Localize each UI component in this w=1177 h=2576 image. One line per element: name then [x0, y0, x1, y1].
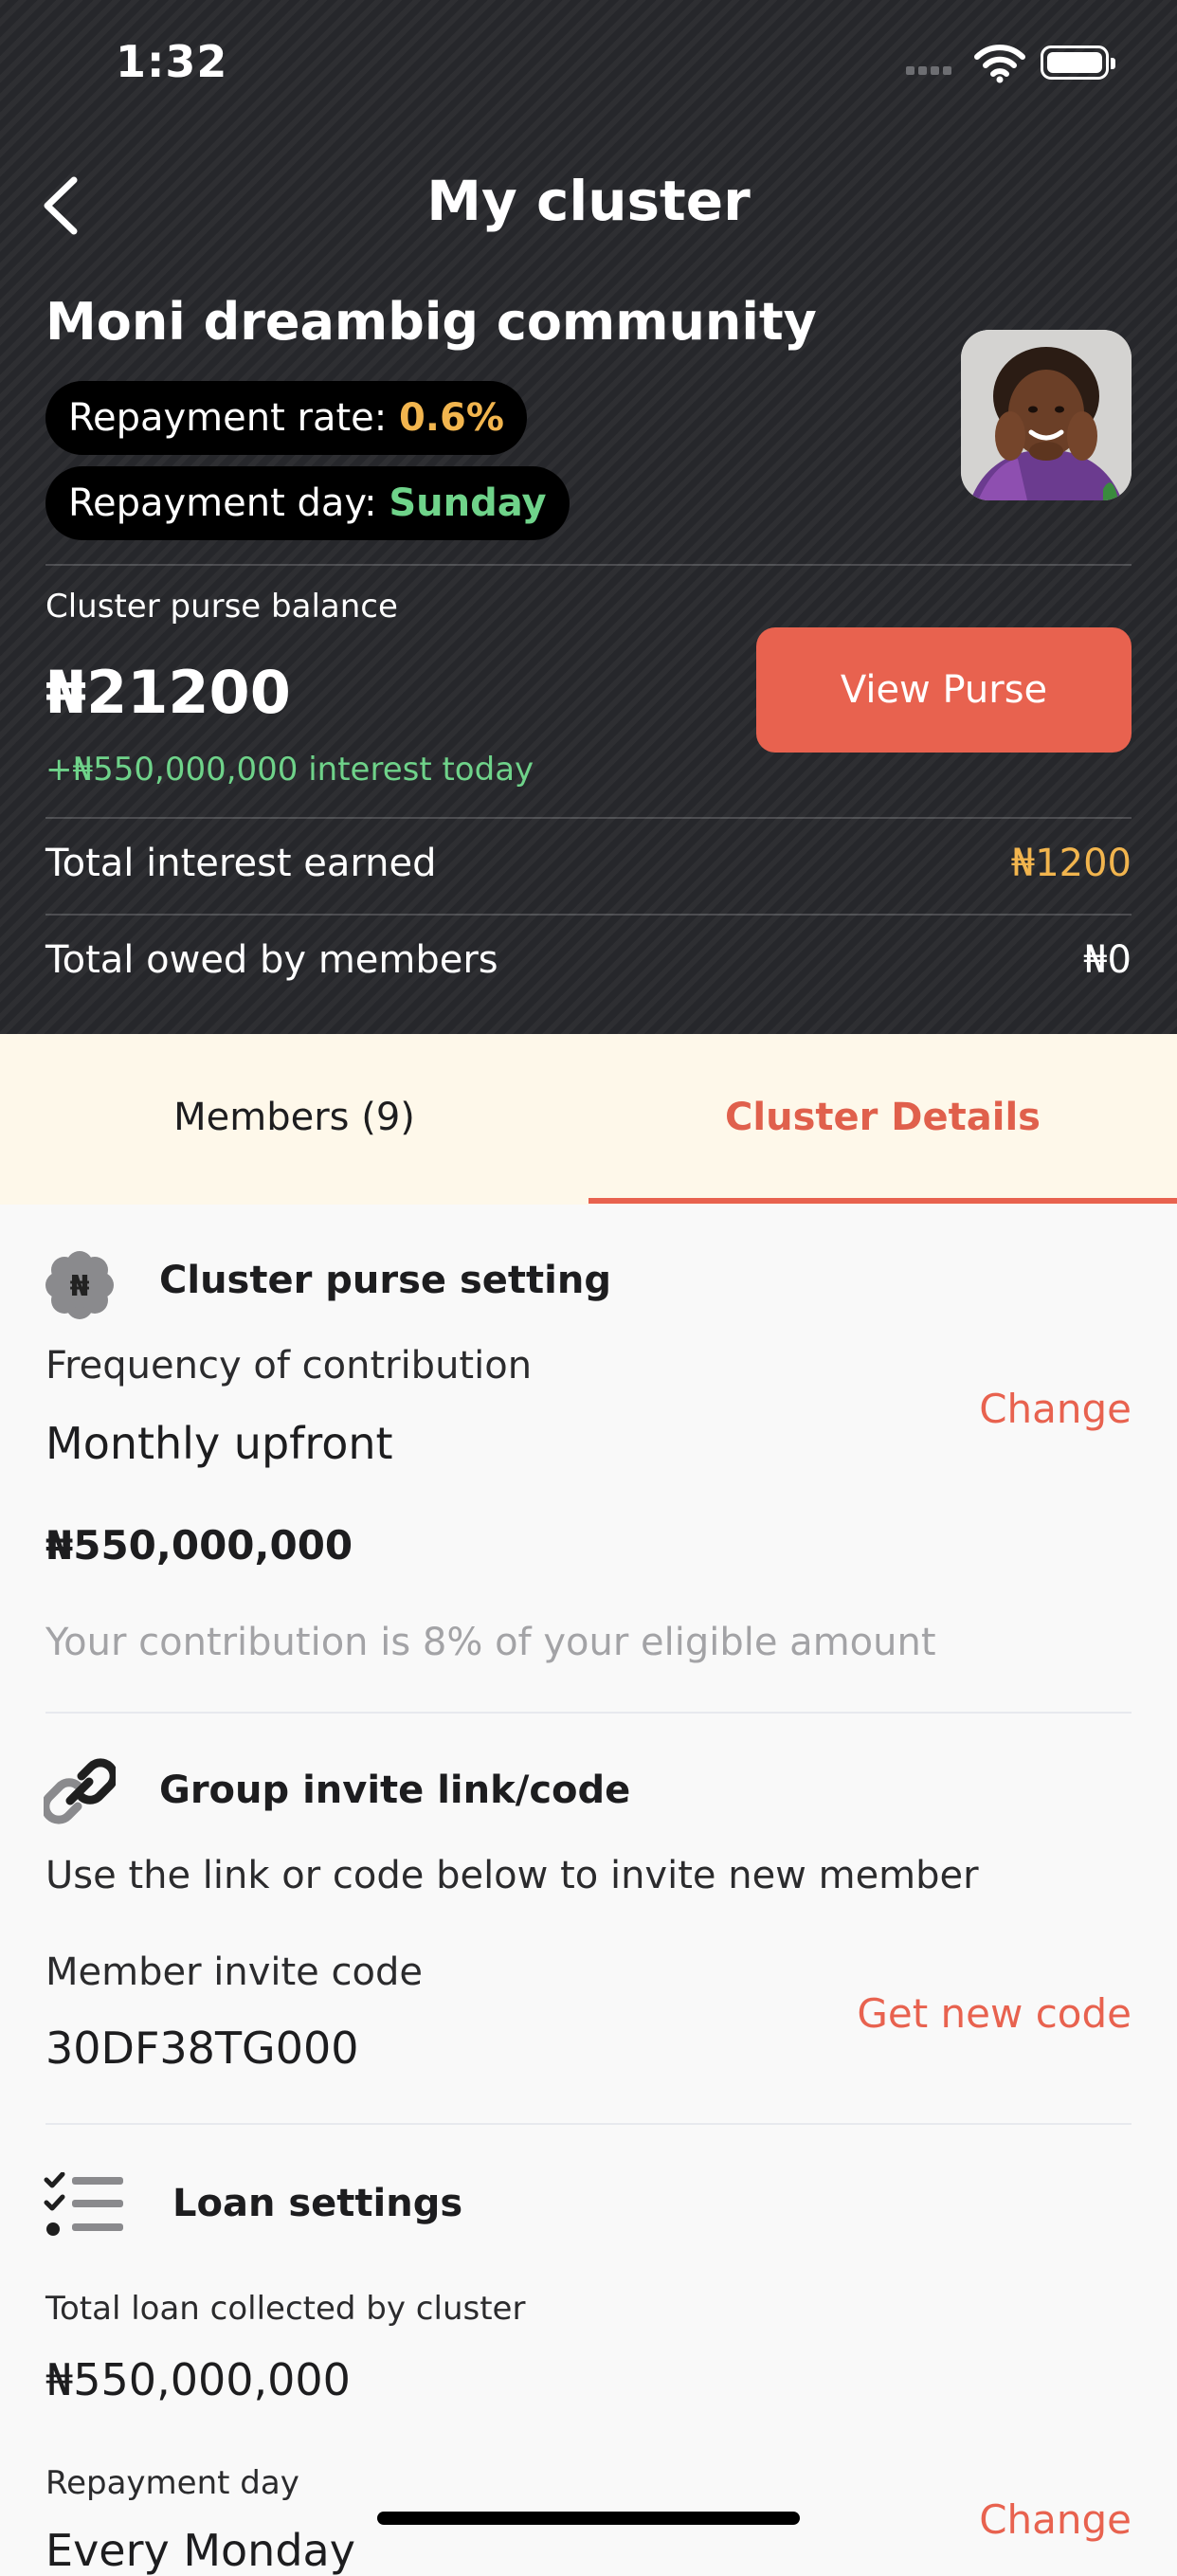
naira-badge-glyph: ₦: [70, 1270, 90, 1303]
total-owed-value: ₦0: [1083, 938, 1132, 982]
header-divider: [45, 817, 1132, 819]
loan-repayment-day-value: Every Monday: [45, 2525, 355, 2576]
status-time: 1:32: [116, 36, 228, 87]
interest-today: +₦550,000,000 interest today: [45, 751, 534, 789]
repayment-rate-value: 0.6%: [398, 396, 504, 440]
cluster-header: 1:32 My cluster Moni dreambig community …: [0, 0, 1177, 1034]
invite-code-value[interactable]: 30DF38TG000: [45, 2023, 359, 2074]
total-interest-value: ₦1200: [1010, 842, 1132, 885]
header-divider: [45, 564, 1132, 566]
checklist-icon: [44, 2172, 123, 2236]
total-loan-label: Total loan collected by cluster: [45, 2290, 526, 2328]
page-title: My cluster: [426, 169, 751, 233]
view-purse-button[interactable]: View Purse: [756, 627, 1132, 753]
frequency-label: Frequency of contribution: [45, 1344, 533, 1388]
contribution-note: Your contribution is 8% of your eligible…: [45, 1621, 936, 1664]
header-divider: [45, 914, 1132, 916]
purse-setting-title: Cluster purse setting: [159, 1259, 611, 1302]
change-frequency-button[interactable]: Change: [979, 1386, 1132, 1432]
total-interest-label: Total interest earned: [45, 842, 437, 885]
wifi-icon: [974, 45, 1025, 83]
naira-badge-icon: ₦: [45, 1251, 114, 1319]
repayment-day-label: Repayment day:: [68, 481, 389, 525]
avatar-photo: [961, 330, 1132, 500]
frequency-value: Monthly upfront: [45, 1418, 393, 1469]
total-owed-label: Total owed by members: [45, 938, 498, 982]
invite-description: Use the link or code below to invite new…: [45, 1854, 979, 1897]
section-divider: [45, 1712, 1132, 1714]
section-divider: [45, 2123, 1132, 2125]
purse-balance-value: ₦21200: [45, 658, 291, 727]
cellular-signal-icon: [906, 66, 961, 76]
active-tab-indicator: [588, 1198, 1177, 1204]
cluster-avatar: [961, 330, 1132, 500]
loan-repayment-day-label: Repayment day: [45, 2464, 299, 2502]
repayment-rate-badge: Repayment rate: 0.6%: [45, 381, 527, 455]
cluster-name: Moni dreambig community: [45, 292, 817, 352]
home-indicator: [377, 2512, 800, 2525]
invite-title: Group invite link/code: [159, 1769, 631, 1812]
link-icon: [44, 1758, 116, 1824]
repayment-rate-label: Repayment rate:: [68, 396, 399, 440]
total-loan-value: ₦550,000,000: [45, 2354, 351, 2405]
get-new-code-button[interactable]: Get new code: [857, 1990, 1132, 2037]
loan-settings-title: Loan settings: [172, 2182, 463, 2225]
invite-code-label: Member invite code: [45, 1950, 423, 1994]
repayment-day-value: Sunday: [389, 481, 547, 525]
tab-bar: Members (9) Cluster Details: [0, 1034, 1177, 1205]
purse-balance-label: Cluster purse balance: [45, 588, 398, 626]
change-repayment-day-button[interactable]: Change: [979, 2496, 1132, 2543]
battery-icon: [1041, 45, 1115, 80]
purse-amount: ₦550,000,000: [45, 1522, 353, 1569]
tab-cluster-details[interactable]: Cluster Details: [588, 1034, 1177, 1205]
repayment-day-badge: Repayment day: Sunday: [45, 466, 570, 540]
tab-members[interactable]: Members (9): [0, 1034, 588, 1205]
